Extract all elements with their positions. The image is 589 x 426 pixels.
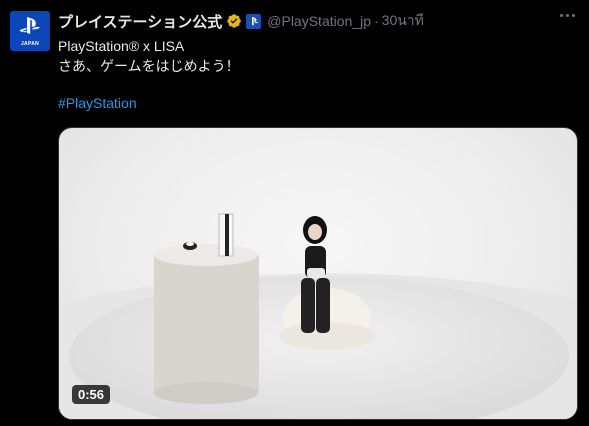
affiliate-badge-icon[interactable] <box>246 13 262 29</box>
avatar[interactable]: JAPAN <box>10 11 50 51</box>
verified-badge-icon[interactable] <box>226 13 242 29</box>
timestamp[interactable]: 30นาที <box>382 10 424 32</box>
tweet-line-2: さあ、ゲームをはじめよう！ <box>58 58 240 74</box>
video-duration: 0:56 <box>72 385 111 404</box>
handle[interactable]: @PlayStation_jp <box>267 13 371 29</box>
video-player[interactable]: 0:56 <box>58 127 578 420</box>
video-thumbnail <box>59 213 577 419</box>
hashtag-link[interactable]: #PlayStation <box>58 95 137 111</box>
tweet-header: プレイステーション公式 @PlayStation_jp · 30นาที <box>58 11 424 31</box>
tweet-line-1: PlayStation® x LISA <box>58 38 185 54</box>
separator: · <box>373 13 379 29</box>
tweet-text: PlayStation® x LISA さあ、ゲームをはじめよう！ <box>58 36 240 76</box>
more-options-icon[interactable] <box>560 14 575 17</box>
playstation-logo-icon <box>19 17 40 34</box>
avatar-caption: JAPAN <box>20 41 40 47</box>
display-name[interactable]: プレイステーション公式 <box>58 11 222 32</box>
